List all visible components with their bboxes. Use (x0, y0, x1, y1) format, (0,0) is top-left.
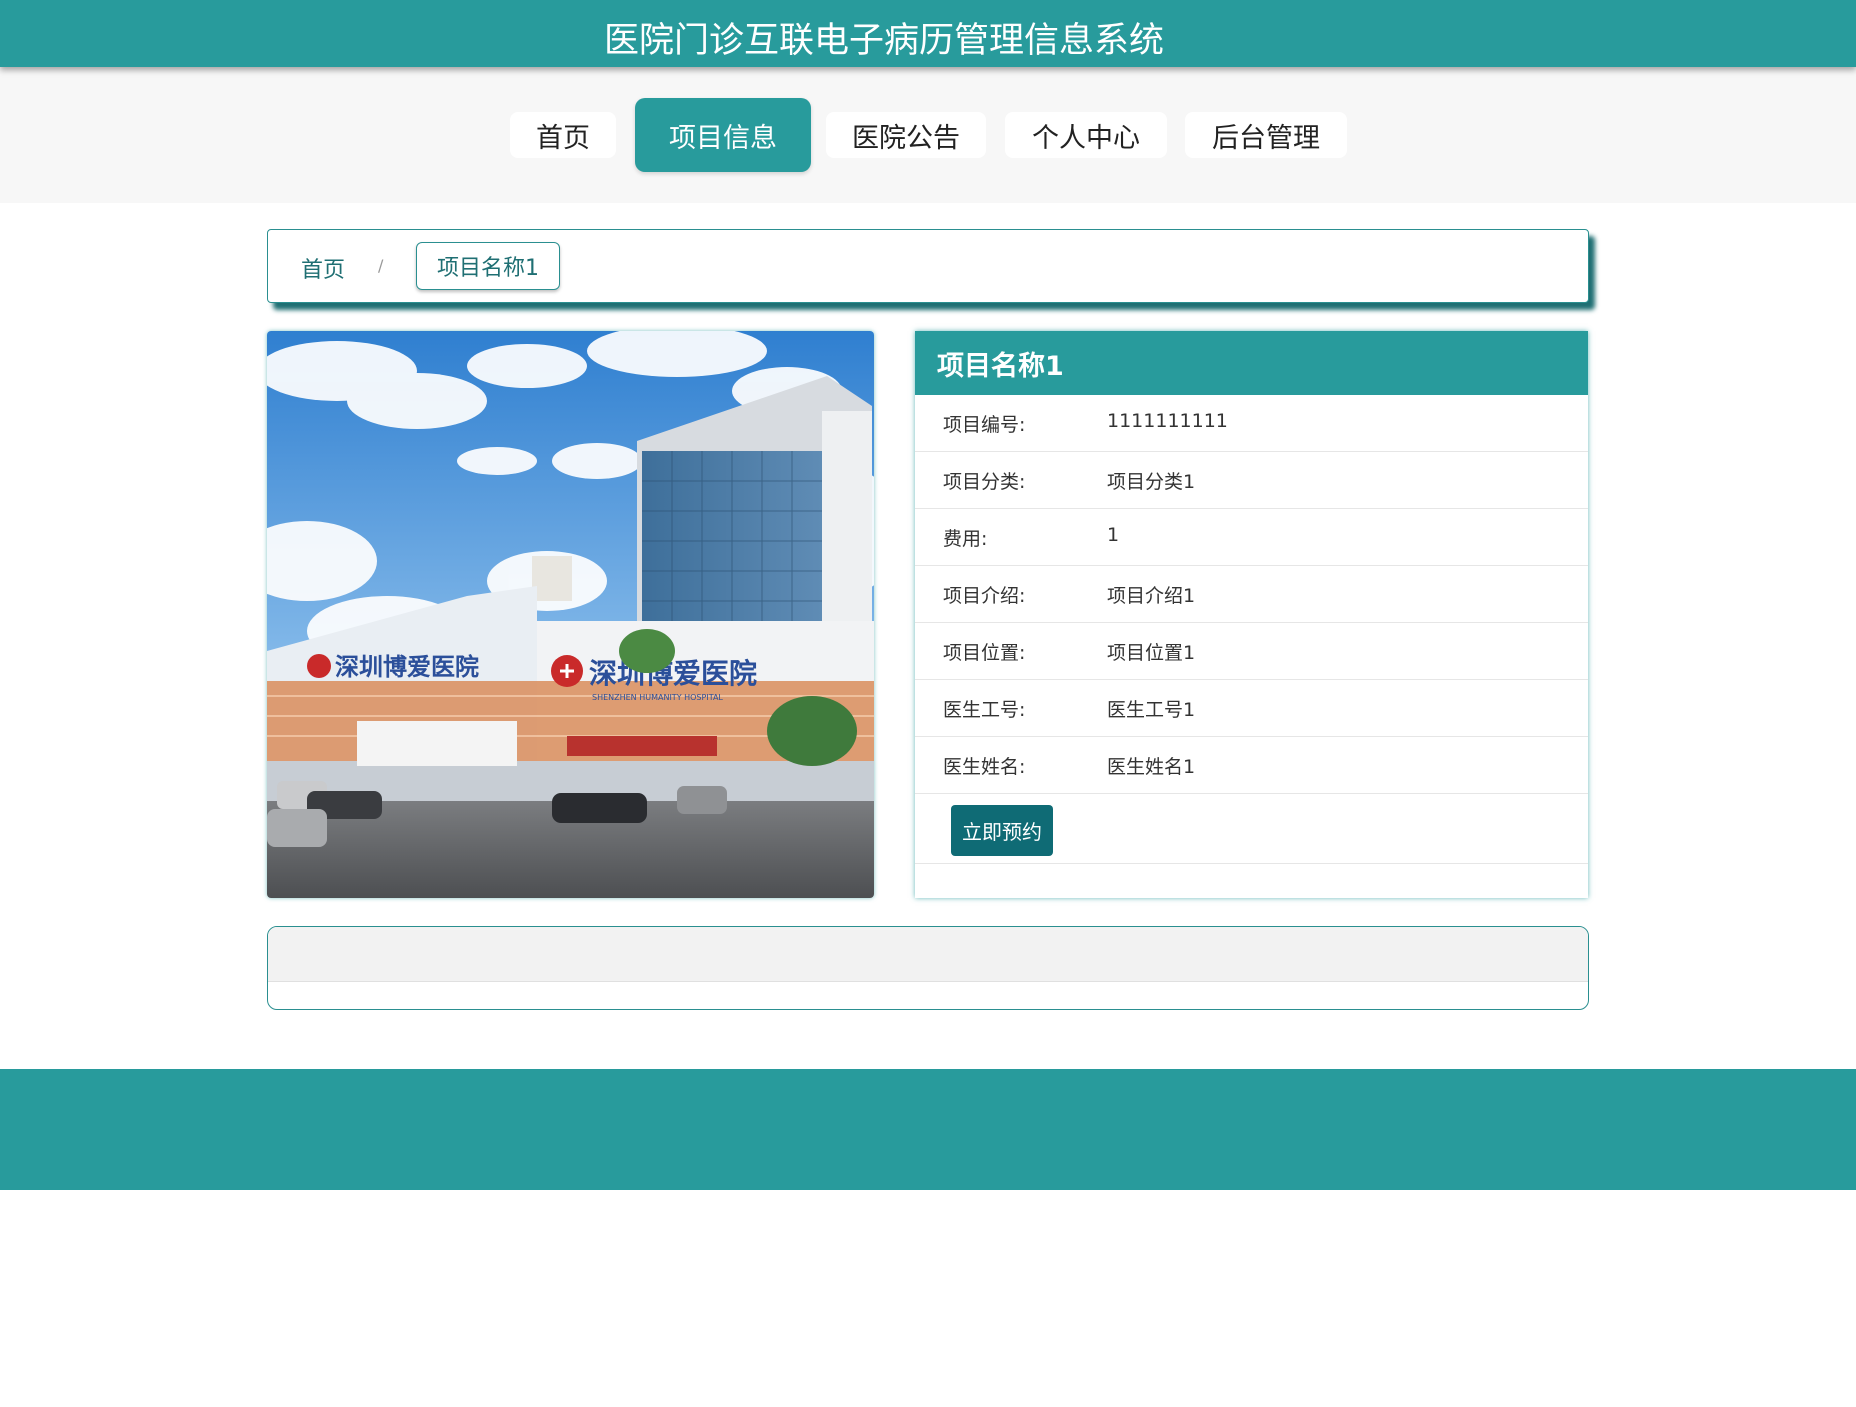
field-row: 项目位置: 项目位置1 (915, 623, 1588, 680)
field-label: 项目分类: (943, 471, 1026, 493)
field-row: 项目编号: 1111111111 (915, 395, 1588, 452)
field-row: 项目介绍: 项目介绍1 (915, 566, 1588, 623)
field-row: 费用: 1 (915, 509, 1588, 566)
breadcrumb: 首页 / 项目名称1 (267, 229, 1589, 303)
breadcrumb-home-link[interactable]: 首页 (301, 252, 345, 284)
field-value: 医生姓名1 (1107, 756, 1196, 778)
app-header: 医院门诊互联电子病历管理信息系统 (0, 0, 1856, 67)
breadcrumb-separator: / (378, 256, 384, 275)
project-detail-card: 项目名称1 项目编号: 1111111111 项目分类: 项目分类1 费用: 1… (915, 331, 1588, 898)
detail-content-panel (267, 926, 1589, 1010)
project-image: 深圳博爱医院 深圳博爱医院 SHENZHEN HUMANITY HOSPITAL (267, 331, 874, 898)
svg-text:深圳博爱医院: 深圳博爱医院 (335, 653, 479, 681)
field-row: 医生工号: 医生工号1 (915, 680, 1588, 737)
field-label: 项目位置: (943, 642, 1026, 664)
field-label: 费用: (943, 528, 988, 550)
field-value: 医生工号1 (1107, 699, 1196, 721)
svg-text:SHENZHEN HUMANITY HOSPITAL: SHENZHEN HUMANITY HOSPITAL (592, 693, 723, 702)
field-value: 项目介绍1 (1107, 585, 1196, 607)
nav-item-admin[interactable]: 后台管理 (1185, 112, 1347, 158)
panel-header (268, 927, 1588, 982)
field-value: 1111111111 (1107, 410, 1228, 432)
field-label: 医生工号: (943, 699, 1026, 721)
field-value: 项目分类1 (1107, 471, 1196, 493)
book-now-button[interactable]: 立即预约 (951, 805, 1053, 856)
svg-text:深圳博爱医院: 深圳博爱医院 (589, 657, 757, 690)
nav-item-home[interactable]: 首页 (510, 112, 616, 158)
project-title: 项目名称1 (915, 331, 1588, 395)
field-value: 项目位置1 (1107, 642, 1196, 664)
field-label: 项目编号: (943, 414, 1026, 436)
field-label: 项目介绍: (943, 585, 1026, 607)
nav-item-announcements[interactable]: 医院公告 (826, 112, 986, 158)
nav-item-project-info[interactable]: 项目信息 (635, 98, 811, 172)
main-nav: 首页 项目信息 医院公告 个人中心 后台管理 (0, 67, 1856, 203)
field-value: 1 (1107, 524, 1120, 546)
field-row: 项目分类: 项目分类1 (915, 452, 1588, 509)
app-title: 医院门诊互联电子病历管理信息系统 (604, 21, 1165, 61)
page-footer (0, 1069, 1856, 1190)
breadcrumb-current: 项目名称1 (416, 242, 560, 290)
field-label: 医生姓名: (943, 756, 1026, 778)
action-row: 立即预约 (915, 794, 1588, 864)
nav-item-personal-center[interactable]: 个人中心 (1005, 112, 1167, 158)
field-row: 医生姓名: 医生姓名1 (915, 737, 1588, 794)
